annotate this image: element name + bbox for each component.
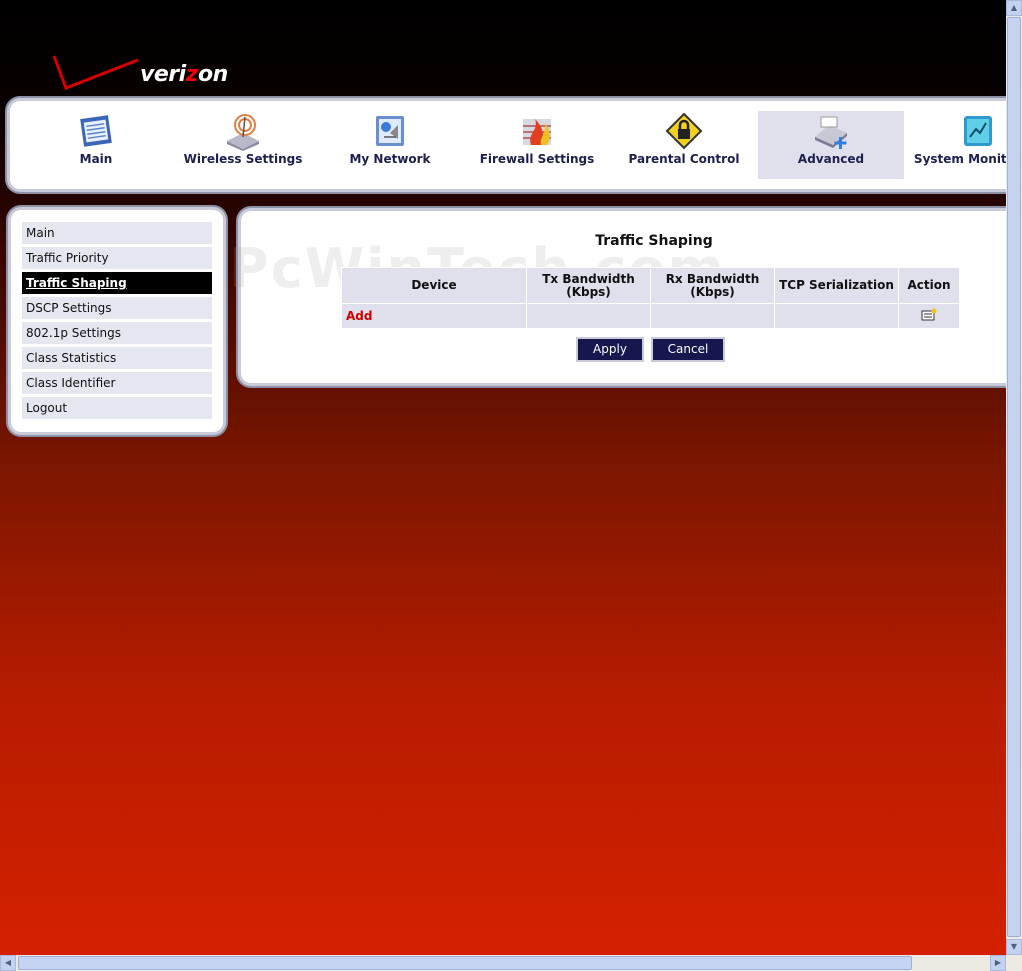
- verizon-logo: verizon: [52, 52, 238, 94]
- page-title: Traffic Shaping: [595, 233, 713, 249]
- horizontal-scrollbar[interactable]: ◀ ▶: [0, 955, 1006, 971]
- nav-item-system-monitoring[interactable]: System Monitoring: [905, 111, 1006, 179]
- nav-item-wireless-settings[interactable]: Wireless Settings: [170, 111, 316, 179]
- scrollbar-corner: [1006, 955, 1022, 971]
- scroll-up-icon[interactable]: ▲: [1006, 0, 1022, 16]
- network-icon: [376, 116, 404, 146]
- side-item-traffic-shaping[interactable]: Traffic Shaping: [22, 272, 212, 294]
- traffic-shaping-table: Device Tx Bandwidth (Kbps) Rx Bandwidth …: [341, 267, 960, 329]
- monitor-icon: [964, 116, 992, 146]
- brand-wordmark: verizon: [140, 62, 228, 87]
- side-item-8021p-settings[interactable]: 802.1p Settings: [22, 322, 212, 344]
- side-item-logout[interactable]: Logout: [22, 397, 212, 419]
- col-device: Device: [341, 267, 527, 304]
- page-viewport: verizon Main Wireless Settings My Networ…: [0, 0, 1006, 955]
- lock-icon: [665, 112, 703, 150]
- main-icon: [80, 115, 112, 147]
- content-panel: PcWinTech.com Traffic Shaping Device Tx …: [229, 211, 1006, 383]
- vertical-scroll-thumb[interactable]: [1007, 17, 1021, 937]
- scroll-down-icon[interactable]: ▼: [1006, 939, 1022, 955]
- scroll-left-icon[interactable]: ◀: [0, 955, 16, 971]
- col-rx-bandwidth: Rx Bandwidth (Kbps): [650, 267, 775, 304]
- top-navigation: Main Wireless Settings My Network Firewa…: [10, 101, 1006, 189]
- side-item-class-statistics[interactable]: Class Statistics: [22, 347, 212, 369]
- nav-item-parental-control[interactable]: Parental Control: [611, 111, 757, 179]
- apply-button[interactable]: Apply: [578, 339, 642, 360]
- side-item-main[interactable]: Main: [22, 222, 212, 244]
- side-item-traffic-priority[interactable]: Traffic Priority: [22, 247, 212, 269]
- verizon-check-icon: [52, 55, 139, 90]
- col-tcp-serialization: TCP Serialization: [774, 267, 899, 304]
- side-navigation: Main Traffic Priority Traffic Shaping DS…: [11, 210, 223, 432]
- vertical-scrollbar[interactable]: ▲ ▼: [1006, 0, 1022, 955]
- nav-item-advanced[interactable]: Advanced: [758, 111, 904, 179]
- nav-item-main[interactable]: Main: [23, 111, 169, 179]
- side-item-dscp-settings[interactable]: DSCP Settings: [22, 297, 212, 319]
- firewall-icon: [523, 119, 551, 145]
- col-action: Action: [898, 267, 960, 304]
- horizontal-scroll-thumb[interactable]: [18, 956, 912, 970]
- add-link[interactable]: Add: [341, 303, 527, 329]
- side-item-class-identifier[interactable]: Class Identifier: [22, 372, 212, 394]
- wireless-icon: [227, 114, 259, 151]
- nav-item-firewall-settings[interactable]: Firewall Settings: [464, 111, 610, 179]
- nav-item-my-network[interactable]: My Network: [317, 111, 463, 179]
- add-entry-icon[interactable]: [921, 308, 937, 322]
- table-row: Add: [341, 303, 960, 329]
- col-tx-bandwidth: Tx Bandwidth (Kbps): [526, 267, 651, 304]
- advanced-icon: [815, 116, 847, 149]
- scroll-right-icon[interactable]: ▶: [990, 955, 1006, 971]
- cancel-button[interactable]: Cancel: [653, 339, 723, 360]
